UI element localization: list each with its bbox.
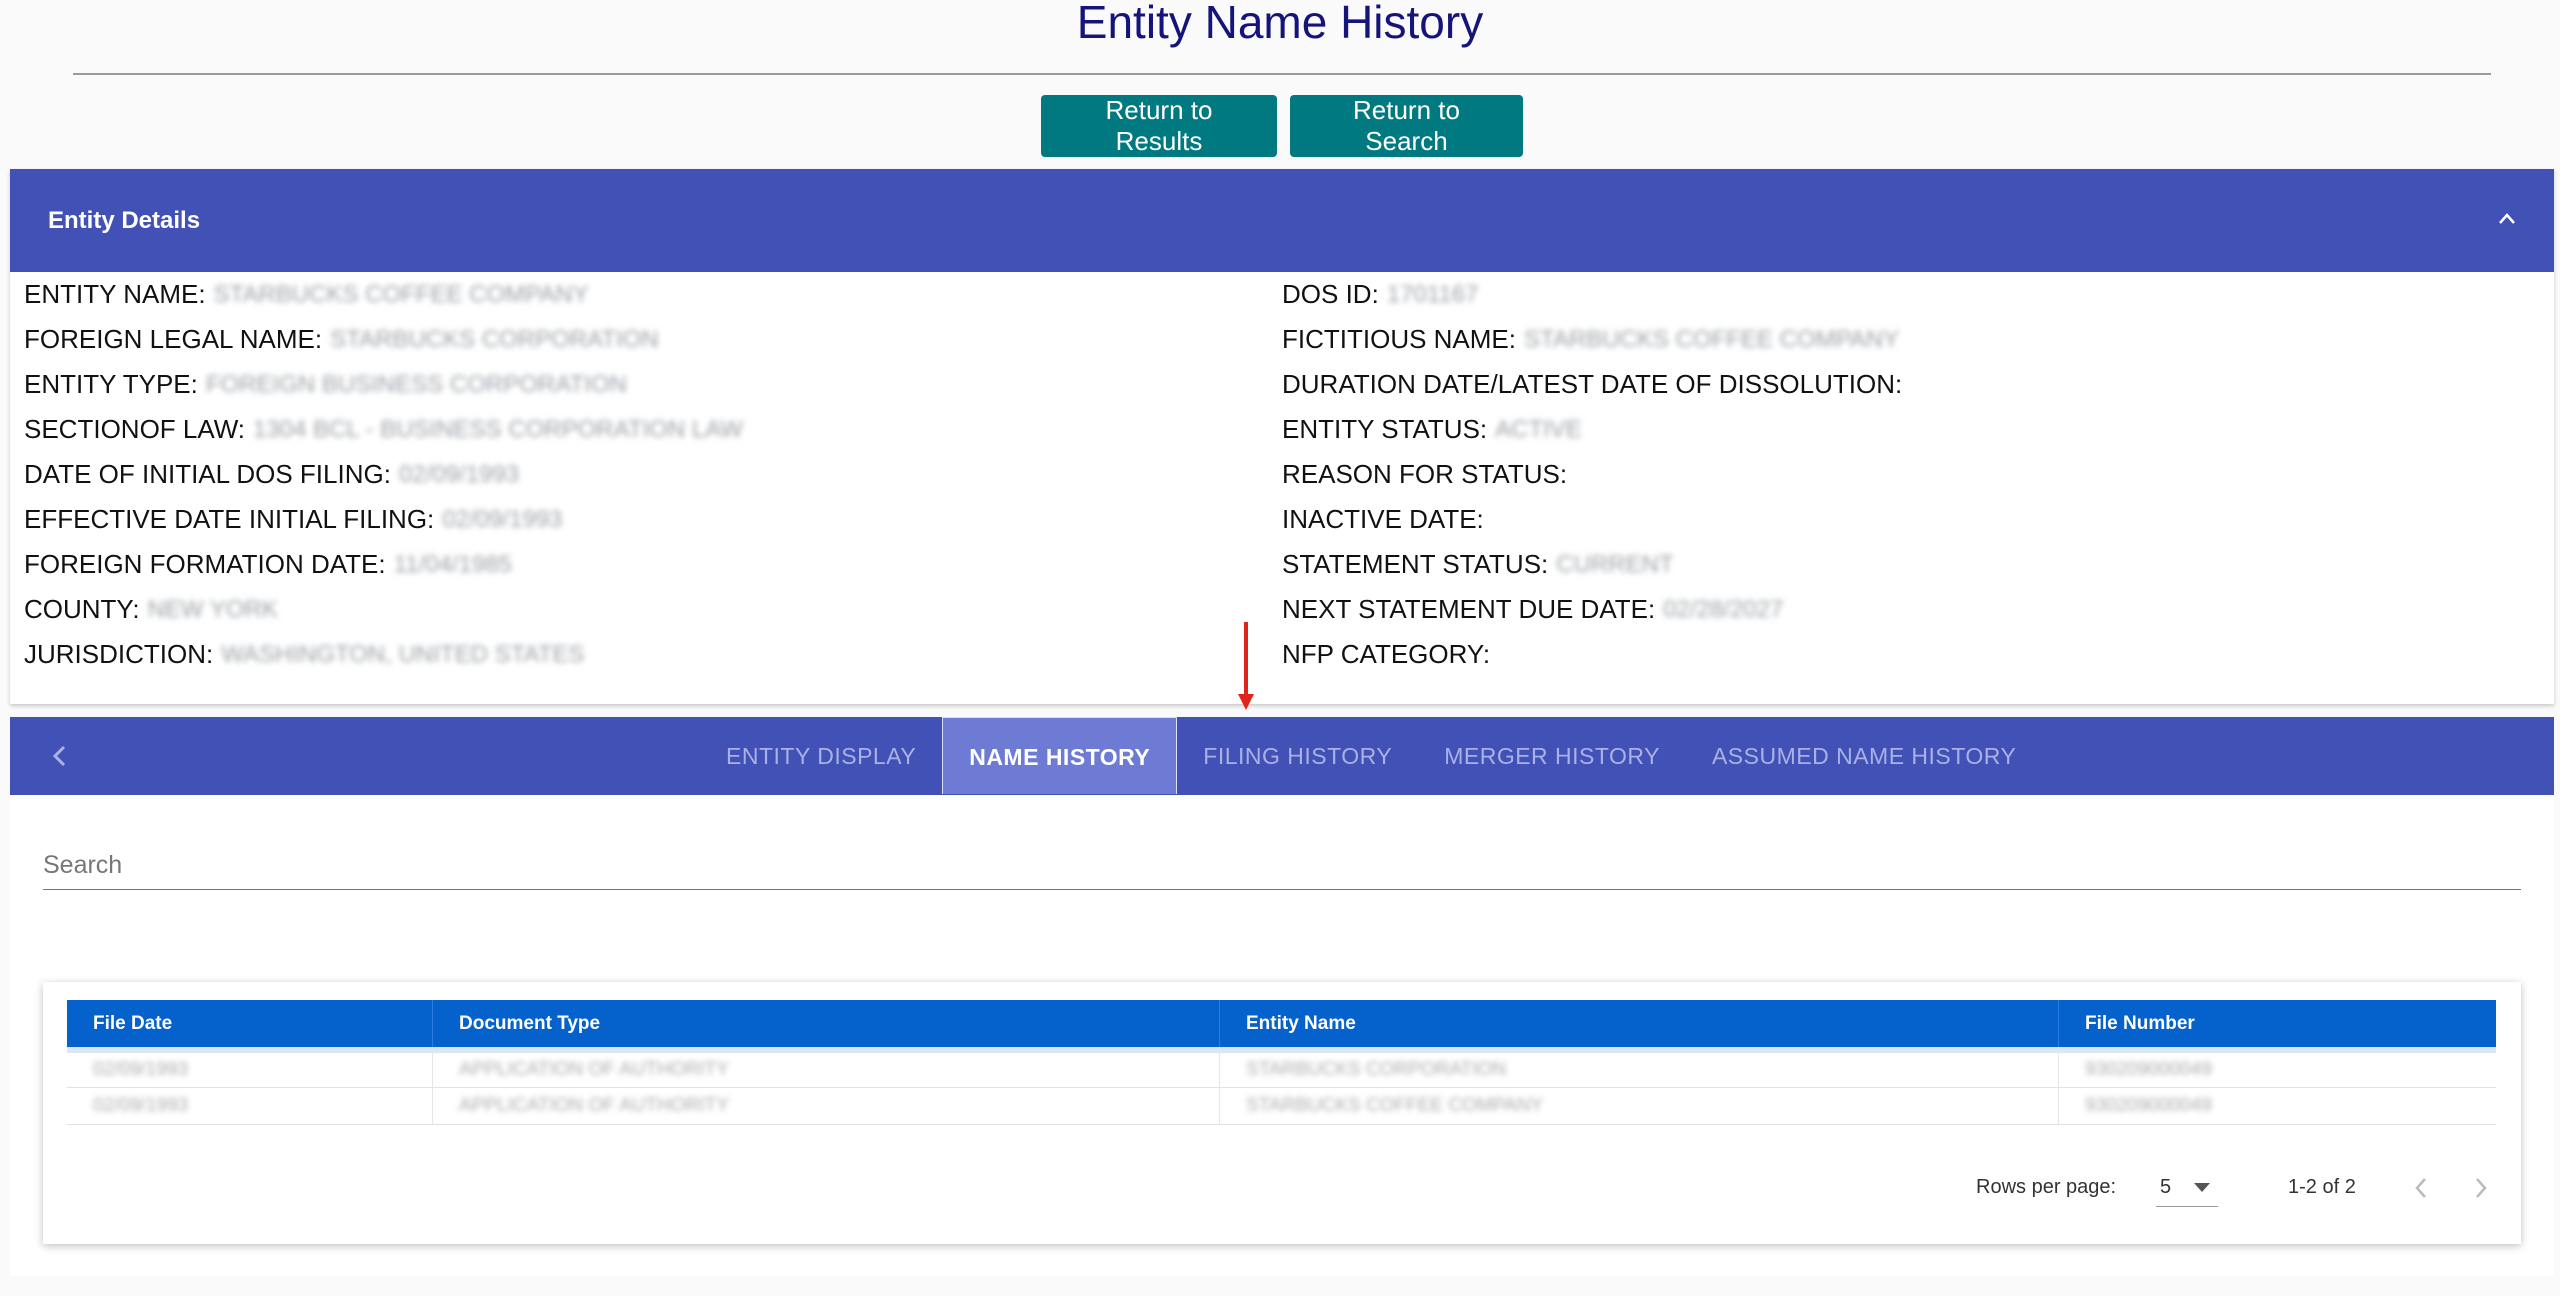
tab-merger-history[interactable]: MERGER HISTORY bbox=[1418, 717, 1686, 795]
column-header-file-date[interactable]: File Date bbox=[67, 1000, 433, 1050]
details-right-column: DOS ID: 1701167 FICTITIOUS NAME: STARBUCKS… bbox=[1282, 272, 1910, 677]
detail-label: STATEMENT STATUS: bbox=[1282, 549, 1549, 579]
tab-bar: ENTITY DISPLAY NAME HISTORY FILING HISTO… bbox=[10, 717, 2554, 795]
table-row[interactable]: 02/09/1993 APPLICATION OF AUTHORITY STAR… bbox=[67, 1047, 2496, 1087]
detail-label: FICTITIOUS NAME: bbox=[1282, 324, 1516, 354]
entity-details-panel: Entity Details ENTITY NAME: STARBUCKS COF… bbox=[10, 169, 2554, 704]
red-arrow-icon bbox=[1238, 622, 1254, 710]
tab-name-history[interactable]: NAME HISTORY bbox=[942, 717, 1178, 794]
chevron-left-icon[interactable] bbox=[2411, 1174, 2431, 1202]
caret-down-icon bbox=[2194, 1183, 2210, 1192]
tab-assumed-name-history[interactable]: ASSUMED NAME HISTORY bbox=[1686, 717, 2042, 795]
detail-value: 1304 BCL - BUSINESS CORPORATION LAW bbox=[253, 416, 743, 443]
detail-value: WASHINGTON, UNITED STATES bbox=[221, 641, 585, 668]
detail-label: ENTITY TYPE: bbox=[24, 369, 198, 399]
cell-file-date: 02/09/1993 bbox=[67, 1087, 433, 1124]
tab-filing-history[interactable]: FILING HISTORY bbox=[1177, 717, 1418, 795]
detail-value: STARBUCKS CORPORATION bbox=[330, 326, 659, 353]
detail-value: 02/09/1993 bbox=[442, 506, 563, 533]
detail-row: FOREIGN LEGAL NAME: STARBUCKS CORPORATION bbox=[24, 317, 743, 362]
detail-row: INACTIVE DATE: bbox=[1282, 497, 1910, 542]
detail-row: DATE OF INITIAL DOS FILING: 02/09/1993 bbox=[24, 452, 743, 497]
title-divider bbox=[73, 73, 2491, 75]
detail-label: COUNTY: bbox=[24, 594, 140, 624]
detail-value: FOREIGN BUSINESS CORPORATION bbox=[205, 371, 627, 398]
detail-value: 02/09/1993 bbox=[398, 461, 520, 488]
detail-row: DOS ID: 1701167 bbox=[1282, 272, 1910, 317]
detail-row: FICTITIOUS NAME: STARBUCKS COFFEE COMPANY bbox=[1282, 317, 1910, 362]
detail-label: NEXT STATEMENT DUE DATE: bbox=[1282, 594, 1656, 624]
detail-label: INACTIVE DATE: bbox=[1282, 504, 1484, 534]
detail-value: 11/04/1985 bbox=[393, 551, 512, 578]
detail-row: FOREIGN FORMATION DATE: 11/04/1985 bbox=[24, 542, 743, 587]
pagination-range: 1-2 of 2 bbox=[2288, 1176, 2356, 1198]
detail-label: REASON FOR STATUS: bbox=[1282, 459, 1568, 489]
detail-row: DURATION DATE/LATEST DATE OF DISSOLUTION… bbox=[1282, 362, 1910, 407]
search-field bbox=[43, 843, 2521, 890]
name-history-panel: File Date Document Type Entity Name File… bbox=[10, 795, 2554, 1276]
cell-file-number: 930209000049 bbox=[2058, 1047, 2496, 1087]
detail-label: DATE OF INITIAL DOS FILING: bbox=[24, 459, 391, 489]
detail-label: FOREIGN FORMATION DATE: bbox=[24, 549, 386, 579]
column-header-file-number[interactable]: File Number bbox=[2059, 1000, 2497, 1050]
page-title: Entity Name History bbox=[1076, 0, 1484, 48]
tab-entity-display[interactable]: ENTITY DISPLAY bbox=[700, 717, 942, 795]
name-history-table: File Date Document Type Entity Name File… bbox=[67, 1000, 2496, 1125]
detail-value: 1701167 bbox=[1386, 281, 1479, 308]
detail-value: ACTIVE bbox=[1495, 416, 1582, 443]
tab-list: ENTITY DISPLAY NAME HISTORY FILING HISTO… bbox=[700, 717, 2042, 795]
return-to-search-button[interactable]: Return to Search bbox=[1290, 95, 1523, 157]
detail-value: STARBUCKS COFFEE COMPANY bbox=[213, 281, 589, 308]
entity-details-header[interactable]: Entity Details bbox=[10, 169, 2554, 272]
column-header-document-type[interactable]: Document Type bbox=[432, 1000, 1220, 1050]
cell-entity-name: STARBUCKS COFFEE COMPANY bbox=[1219, 1087, 2059, 1124]
cell-document-type: APPLICATION OF AUTHORITY bbox=[432, 1087, 1220, 1124]
detail-row: STATEMENT STATUS: CURRENT bbox=[1282, 542, 1910, 587]
detail-label: DOS ID: bbox=[1282, 279, 1379, 309]
detail-row: REASON FOR STATUS: bbox=[1282, 452, 1910, 497]
detail-label: DURATION DATE/LATEST DATE OF DISSOLUTION… bbox=[1282, 369, 1903, 399]
detail-label: NFP CATEGORY: bbox=[1282, 639, 1491, 669]
detail-row: COUNTY: NEW YORK bbox=[24, 587, 743, 632]
detail-label: SECTIONOF LAW: bbox=[24, 414, 246, 444]
chevron-up-icon[interactable] bbox=[2498, 207, 2516, 235]
detail-label: JURISDICTION: bbox=[24, 639, 214, 669]
cell-document-type: APPLICATION OF AUTHORITY bbox=[432, 1047, 1220, 1087]
rows-per-page-label: Rows per page: bbox=[1976, 1176, 2117, 1198]
detail-value: 02/28/2027 bbox=[1663, 596, 1784, 623]
rows-per-page-select[interactable]: 5 bbox=[2156, 1168, 2218, 1207]
column-header-entity-name[interactable]: Entity Name bbox=[1219, 1000, 2059, 1050]
return-to-results-button[interactable]: Return to Results bbox=[1041, 95, 1277, 157]
chevron-right-icon[interactable] bbox=[2471, 1174, 2491, 1202]
detail-row: NEXT STATEMENT DUE DATE: 02/28/2027 bbox=[1282, 587, 1910, 632]
table-header-row: File Date Document Type Entity Name File… bbox=[67, 1000, 2496, 1050]
detail-value: CURRENT bbox=[1556, 551, 1674, 578]
detail-label: ENTITY STATUS: bbox=[1282, 414, 1488, 444]
detail-label: ENTITY NAME: bbox=[24, 279, 206, 309]
detail-value: STARBUCKS COFFEE COMPANY bbox=[1524, 326, 1900, 353]
table-row[interactable]: 02/09/1993 APPLICATION OF AUTHORITY STAR… bbox=[67, 1087, 2496, 1124]
pagination-bar: Rows per page: 5 1-2 of 2 bbox=[43, 1164, 2521, 1214]
rows-per-page-value: 5 bbox=[2160, 1175, 2172, 1198]
detail-value: NEW YORK bbox=[147, 596, 278, 623]
top-button-group: Return to Results Return to Search bbox=[1041, 95, 1523, 157]
detail-row: NFP CATEGORY: bbox=[1282, 632, 1910, 677]
detail-row: SECTIONOF LAW: 1304 BCL - BUSINESS CORPOR… bbox=[24, 407, 743, 452]
name-history-table-card: File Date Document Type Entity Name File… bbox=[43, 982, 2521, 1244]
search-input[interactable] bbox=[43, 843, 2521, 888]
detail-row: JURISDICTION: WASHINGTON, UNITED STATES bbox=[24, 632, 743, 677]
cell-file-date: 02/09/1993 bbox=[67, 1047, 433, 1087]
detail-row: EFFECTIVE DATE INITIAL FILING: 02/09/1993 bbox=[24, 497, 743, 542]
entity-details-title: Entity Details bbox=[48, 206, 201, 234]
chevron-left-icon[interactable] bbox=[40, 739, 80, 773]
cell-file-number: 930209000049 bbox=[2085, 1094, 2212, 1116]
detail-row: ENTITY STATUS: ACTIVE bbox=[1282, 407, 1910, 452]
detail-row: ENTITY NAME: STARBUCKS COFFEE COMPANY bbox=[24, 272, 743, 317]
cell-entity-name: STARBUCKS CORPORATION bbox=[1219, 1047, 2059, 1087]
detail-row: ENTITY TYPE: FOREIGN BUSINESS CORPORATION bbox=[24, 362, 743, 407]
detail-label: EFFECTIVE DATE INITIAL FILING: bbox=[24, 504, 435, 534]
details-left-column: ENTITY NAME: STARBUCKS COFFEE COMPANY FOR… bbox=[24, 272, 743, 677]
detail-label: FOREIGN LEGAL NAME: bbox=[24, 324, 323, 354]
